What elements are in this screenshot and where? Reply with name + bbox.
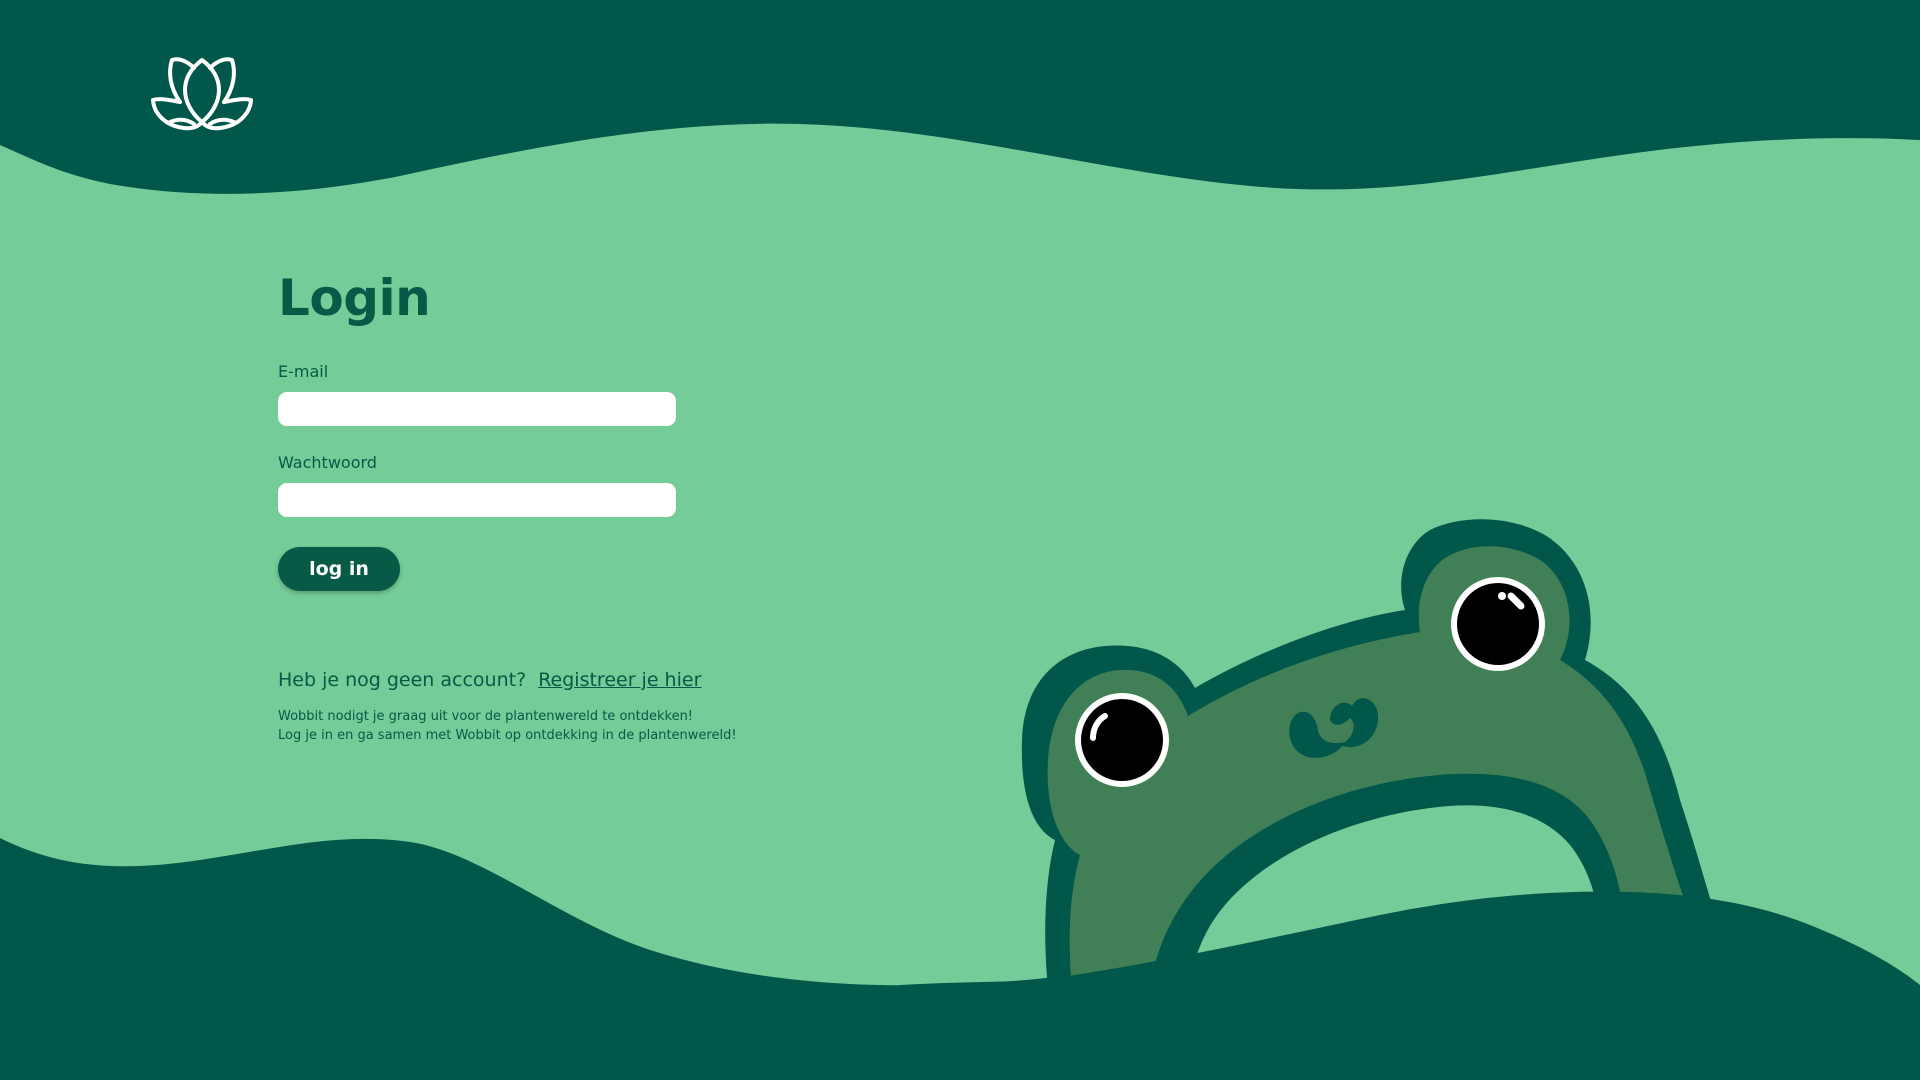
register-prompt: Heb je nog geen account? xyxy=(278,669,527,691)
password-field[interactable] xyxy=(278,483,676,517)
register-prompt-line: Heb je nog geen account? Registreer je h… xyxy=(278,667,798,693)
intro-text: Wobbit nodigt je graag uit voor de plant… xyxy=(278,707,798,745)
intro-line-1: Wobbit nodigt je graag uit voor de plant… xyxy=(278,709,694,724)
password-label: Wachtwoord xyxy=(278,453,377,472)
login-button[interactable]: log in xyxy=(278,547,400,591)
register-link[interactable]: Registreer je hier xyxy=(538,669,701,691)
page-title: Login xyxy=(278,269,431,327)
lotus-icon xyxy=(151,57,253,131)
login-form: Login E-mail Wachtwoord log in Heb je no… xyxy=(278,268,798,745)
email-label: E-mail xyxy=(278,362,329,381)
email-field[interactable] xyxy=(278,392,676,426)
intro-line-2: Log je in en ga samen met Wobbit op ontd… xyxy=(278,728,737,743)
